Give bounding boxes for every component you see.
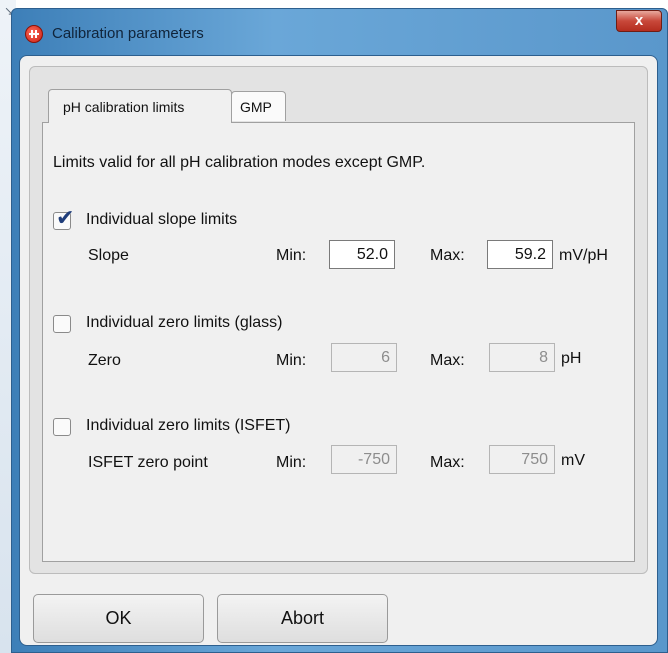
zero-isfet-limits-label: Individual zero limits (ISFET) (86, 417, 291, 434)
ok-button[interactable]: OK (33, 594, 204, 643)
slope-unit: mV/pH (559, 247, 608, 264)
close-icon: x (634, 12, 644, 29)
slope-min-label: Min: (276, 247, 307, 264)
dialog-client: pH calibration limits GMP Limits valid f… (19, 55, 658, 646)
slope-max-label: Max: (430, 247, 465, 264)
zero-min-label: Min: (276, 352, 307, 369)
isfet-min-label: Min: (276, 454, 307, 471)
intro-text: Limits valid for all pH calibration mode… (53, 154, 426, 171)
abort-button[interactable]: Abort (217, 594, 388, 643)
tab-gmp[interactable]: GMP (231, 91, 286, 121)
calibration-app-icon (25, 25, 43, 43)
zero-glass-limits-label: Individual zero limits (glass) (86, 314, 283, 331)
slope-limits-checkbox[interactable]: ✔ (53, 207, 74, 230)
zero-unit: pH (561, 350, 582, 367)
zero-glass-limits-checkbox[interactable] (53, 315, 71, 333)
slope-max-input[interactable]: 59.2 (487, 240, 553, 269)
slope-min-input[interactable]: 52.0 (329, 240, 395, 269)
zero-max-label: Max: (430, 352, 465, 369)
checkmark-icon: ✔ (56, 205, 75, 230)
dialog-window: Calibration parameters x pH calibration … (11, 8, 668, 653)
tab-page-ph-limits: Limits valid for all pH calibration mode… (42, 122, 635, 562)
isfet-min-input[interactable]: -750 (331, 445, 397, 474)
tab-control: pH calibration limits GMP Limits valid f… (29, 66, 648, 574)
zero-min-input[interactable]: 6 (331, 343, 397, 372)
close-button[interactable]: x (616, 10, 662, 32)
isfet-row-label: ISFET zero point (88, 454, 208, 471)
tab-ph-calibration-limits[interactable]: pH calibration limits (48, 89, 232, 123)
isfet-max-label: Max: (430, 454, 465, 471)
slope-row-label: Slope (88, 247, 129, 264)
slope-limits-label: Individual slope limits (86, 211, 238, 228)
isfet-unit: mV (561, 452, 585, 469)
title-bar[interactable]: Calibration parameters x (12, 9, 667, 55)
window-title: Calibration parameters (52, 25, 204, 42)
zero-row-label: Zero (88, 352, 121, 369)
zero-max-input[interactable]: 8 (489, 343, 555, 372)
isfet-max-input[interactable]: 750 (489, 445, 555, 474)
zero-isfet-limits-checkbox[interactable] (53, 418, 71, 436)
